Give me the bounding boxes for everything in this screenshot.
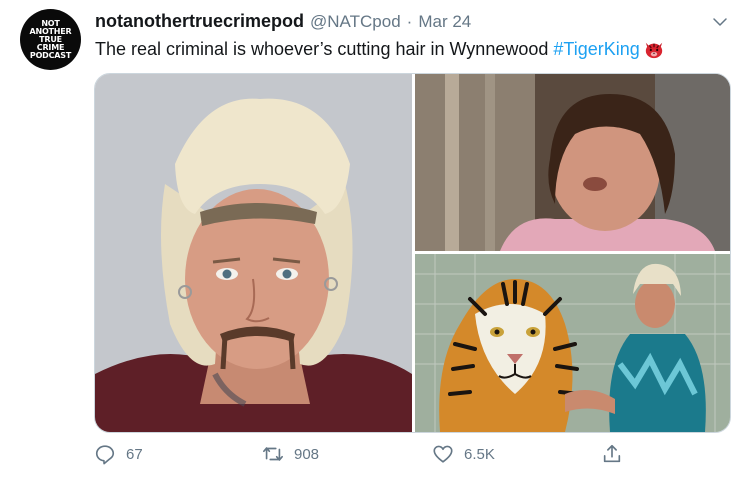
tweet-date[interactable]: Mar 24	[418, 12, 471, 32]
retweet-count: 908	[294, 445, 320, 463]
display-name[interactable]: notanothertruecrimepod	[95, 11, 304, 32]
reply-count: 67	[126, 445, 143, 463]
like-button[interactable]: 6.5K	[432, 443, 495, 465]
separator-dot: ·	[406, 12, 413, 31]
interview-photo[interactable]	[415, 74, 730, 251]
tweet[interactable]: NOT ANOTHER TRUE CRIME PODCAST notanothe…	[0, 0, 752, 482]
reply-icon	[95, 445, 115, 465]
photo-grid	[94, 73, 731, 433]
tiger-photo[interactable]	[415, 254, 730, 432]
tweet-header: notanothertruecrimepod @NATCpod · Mar 24	[95, 11, 471, 33]
hashtag-link[interactable]: #TigerKing	[553, 39, 639, 60]
avatar-text: NOT ANOTHER TRUE CRIME PODCAST	[29, 18, 72, 60]
retweet-icon	[263, 447, 283, 461]
share-icon	[603, 444, 621, 463]
tweet-body: The real criminal is whoever’s cutting h…	[95, 39, 549, 59]
reply-button[interactable]: 67	[94, 443, 143, 465]
tweet-text: The real criminal is whoever’s cutting h…	[95, 39, 665, 60]
like-count: 6.5K	[464, 445, 495, 463]
mugshot-photo[interactable]	[95, 74, 412, 432]
retweet-button[interactable]: 908	[262, 443, 319, 465]
avatar[interactable]: NOT ANOTHER TRUE CRIME PODCAST	[20, 9, 81, 70]
tiger-face-emoji	[645, 42, 662, 58]
share-button[interactable]	[601, 443, 623, 465]
like-icon	[433, 445, 453, 463]
chevron-down-icon[interactable]	[711, 13, 729, 31]
user-handle[interactable]: @NATCpod	[310, 12, 401, 32]
